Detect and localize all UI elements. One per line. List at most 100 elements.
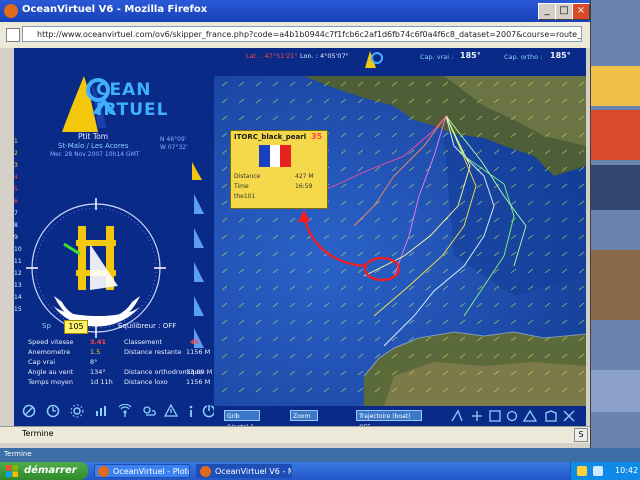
desktop-strip: Termine: [0, 448, 640, 462]
popup-time-value: 16:59: [295, 183, 313, 190]
trajectory-select[interactable]: Trajectoire (boat) OFF: [356, 410, 422, 426]
chart-icon[interactable]: [94, 404, 108, 418]
system-tray: 10:42: [570, 462, 640, 480]
page-content: CEAN IRTUEL Ptit Tom St-Malo / Les Acore…: [14, 48, 586, 426]
zoom-select[interactable]: Zoom: [290, 410, 318, 421]
oceanvirtuel-logo: CEAN IRTUEL: [54, 70, 214, 140]
crosshair-icon[interactable]: [472, 411, 482, 421]
desktop-strip-text: Termine: [4, 450, 32, 458]
path-tool-icon[interactable]: [451, 409, 463, 422]
taskbar-item[interactable]: OceanVirtuel - Plotolab...: [94, 464, 190, 478]
popup-distance-value: 427 M: [295, 173, 314, 180]
stat-value-dist-loxo: 1156 M: [186, 378, 211, 386]
cap-ortho-value: 185°: [550, 51, 571, 60]
firefox-icon: [200, 466, 211, 477]
stat-label-distance: Distance restante: [124, 348, 182, 356]
cap-label: Cap. vrai :: [420, 53, 454, 61]
close-map-icon[interactable]: [563, 410, 575, 422]
browser-window: OceanVirtuel V6 - Mozilla Firefox _ □ × …: [0, 0, 591, 448]
stat-label-cap: Cap vrai: [28, 358, 56, 366]
race-date: Mer. 28 Nov 2007 10h14 GMT: [50, 151, 140, 158]
race-map[interactable]: [214, 76, 586, 406]
ov-small-logo: [365, 51, 383, 68]
home-icon[interactable]: [545, 410, 557, 422]
settings-icon[interactable]: [70, 404, 84, 418]
lat-readout: Lat. : 47°51'21": [246, 52, 298, 60]
desktop-banner-tile: [590, 110, 640, 160]
coords-lon: W 07°32': [160, 144, 188, 151]
tray-icon[interactable]: [577, 466, 587, 476]
layer-icon[interactable]: [489, 410, 501, 422]
desktop-banner-tile: [590, 165, 640, 210]
taskbar-item-label: OceanVirtuel - Plotolab...: [113, 467, 189, 476]
volume-icon[interactable]: [593, 466, 603, 476]
tool-icons: [18, 404, 216, 422]
clock-icon[interactable]: [46, 404, 60, 418]
stat-label-anemometer: Anemometre: [28, 348, 71, 356]
coords-lat: N 46°09': [160, 136, 187, 143]
windows-logo-icon: [6, 465, 18, 477]
cap-ortho-label: Cap. ortho :: [504, 53, 543, 61]
sail-selector[interactable]: [184, 162, 212, 352]
start-label: démarrer: [24, 465, 77, 476]
desktop-banner-tile: [590, 66, 640, 106]
firefox-icon: [4, 4, 18, 18]
popup-distance-label: Distance: [234, 173, 261, 180]
wind-speed-field[interactable]: 105: [64, 320, 88, 334]
stat-label-time: Temps moyen: [28, 378, 74, 386]
desktop-banner-tile: [590, 250, 640, 320]
cap-value: 185°: [460, 51, 481, 60]
stat-value-dist-orth: 13.09 M: [186, 368, 213, 376]
maximize-button[interactable]: □: [555, 3, 573, 20]
popup-boat-name: ITORC_black_pearl: [234, 133, 307, 141]
info-icon[interactable]: [184, 404, 198, 418]
close-button[interactable]: ×: [572, 3, 590, 20]
page-icon: [6, 28, 20, 42]
stat-label-rank: Classement: [124, 338, 163, 346]
window-title: OceanVirtuel V6 - Mozilla Firefox: [22, 4, 208, 15]
url-field[interactable]: http://www.oceanvirtuel.com/ov6/skipper_…: [22, 26, 582, 42]
weather-icon[interactable]: [142, 404, 156, 418]
stat-value-angle: 134°: [90, 368, 106, 376]
compass-tool-icon[interactable]: [22, 404, 36, 418]
clock: 10:42: [615, 466, 639, 475]
map-controls: Grib (Vents) 1 Zoom Trajectoire (boat) O…: [214, 406, 586, 426]
grib-select[interactable]: Grib (Vents) 1: [224, 410, 260, 426]
logo-text-virtuel: IRTUEL: [96, 100, 169, 120]
skipper-name: Ptit Tom: [78, 132, 109, 141]
autopilot-status: Equilibreur : OFF: [118, 322, 177, 330]
stat-value-speed: 3.41: [90, 338, 107, 346]
start-button[interactable]: démarrer: [0, 462, 88, 480]
firefox-icon: [98, 466, 109, 477]
stat-value-time: 1d 11h: [90, 378, 113, 386]
title-bar: OceanVirtuel V6 - Mozilla Firefox _ □ ×: [0, 0, 590, 22]
desktop-banner-tile: [590, 370, 640, 412]
minimize-button[interactable]: _: [538, 3, 556, 20]
wind-speed-label: Sp: [42, 322, 51, 330]
lon-readout: Lon. : 4°05'07": [300, 52, 349, 60]
stat-label-speed: Speed vitesse: [28, 338, 74, 346]
address-bar: http://www.oceanvirtuel.com/ov6/skipper_…: [0, 22, 590, 48]
stat-value-distance: 1156 M: [186, 348, 211, 356]
map-header: Lat. : 47°51'21" Lon. : 4°05'07" Cap. vr…: [214, 48, 586, 76]
security-icon[interactable]: S: [574, 428, 588, 442]
warning-icon[interactable]: [164, 404, 178, 418]
triangle-icon[interactable]: [522, 409, 538, 422]
popup-time-label: Time: [234, 183, 249, 190]
status-text: Termine: [22, 429, 54, 438]
taskbar: démarrer OceanVirtuel - Plotolab... Ocea…: [0, 462, 640, 480]
french-flag-icon: [259, 145, 291, 167]
broadcast-icon[interactable]: [118, 404, 132, 418]
stat-label-angle: Angle au vent: [28, 368, 74, 376]
popup-extra-label: the101: [234, 193, 256, 200]
stat-value-rank: 45: [190, 338, 200, 346]
stat-value-anemometer: 1.5: [90, 348, 101, 356]
target-icon[interactable]: [506, 410, 518, 422]
stat-label-dist-loxo: Distance loxo: [124, 378, 168, 386]
taskbar-item-active[interactable]: OceanVirtuel V6 - Mo...: [196, 464, 292, 478]
status-bar: Termine S: [0, 426, 590, 443]
cockpit-panel: CEAN IRTUEL Ptit Tom St-Malo / Les Acore…: [14, 48, 216, 426]
route-name: St-Malo / Les Acores: [58, 142, 129, 150]
map-tool-icons: [451, 409, 575, 422]
boat-info-popup[interactable]: ITORC_black_pearl 35 Distance 427 M Time…: [230, 130, 328, 209]
